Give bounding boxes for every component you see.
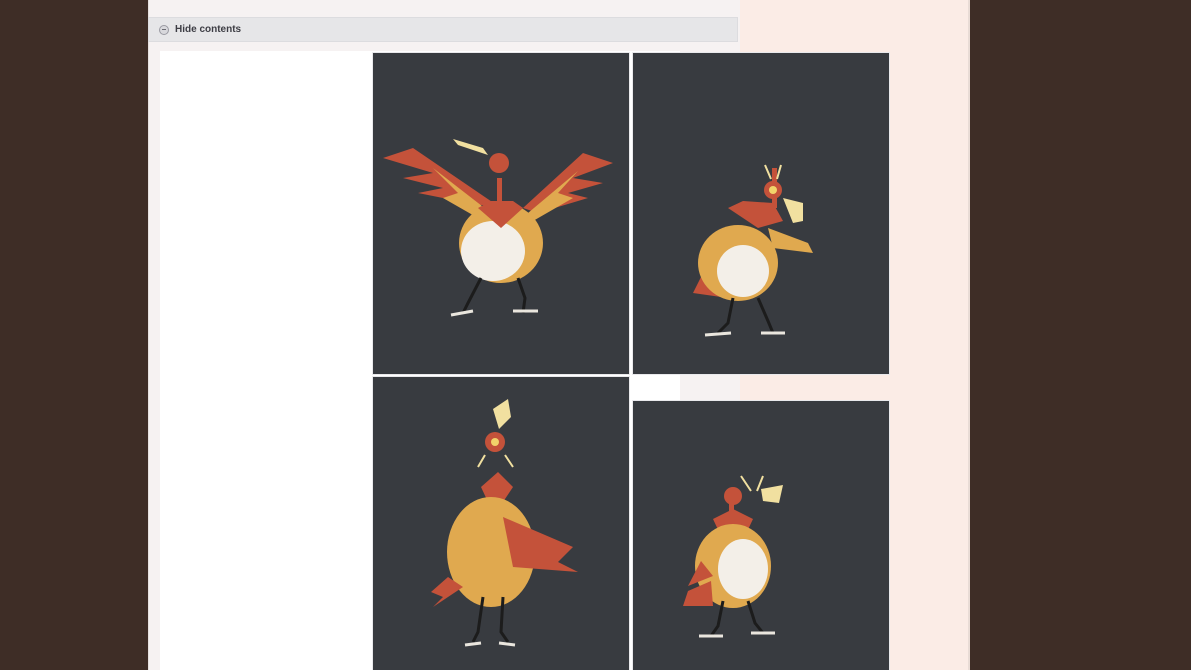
spoiler-toggle[interactable]: Hide contents (148, 17, 738, 42)
gallery-image-1[interactable] (372, 52, 630, 375)
gallery-image-2[interactable] (632, 52, 890, 375)
gallery-image-4[interactable] (632, 400, 890, 670)
bird-creature-image (693, 164, 813, 337)
bird-creature-image (431, 399, 578, 647)
collapse-icon[interactable] (159, 24, 169, 35)
bird-creature-image (383, 139, 613, 317)
spoiler-toggle-label[interactable]: Hide contents (175, 24, 241, 35)
bird-creature-image (683, 475, 783, 638)
gallery-image-3[interactable] (372, 376, 630, 670)
